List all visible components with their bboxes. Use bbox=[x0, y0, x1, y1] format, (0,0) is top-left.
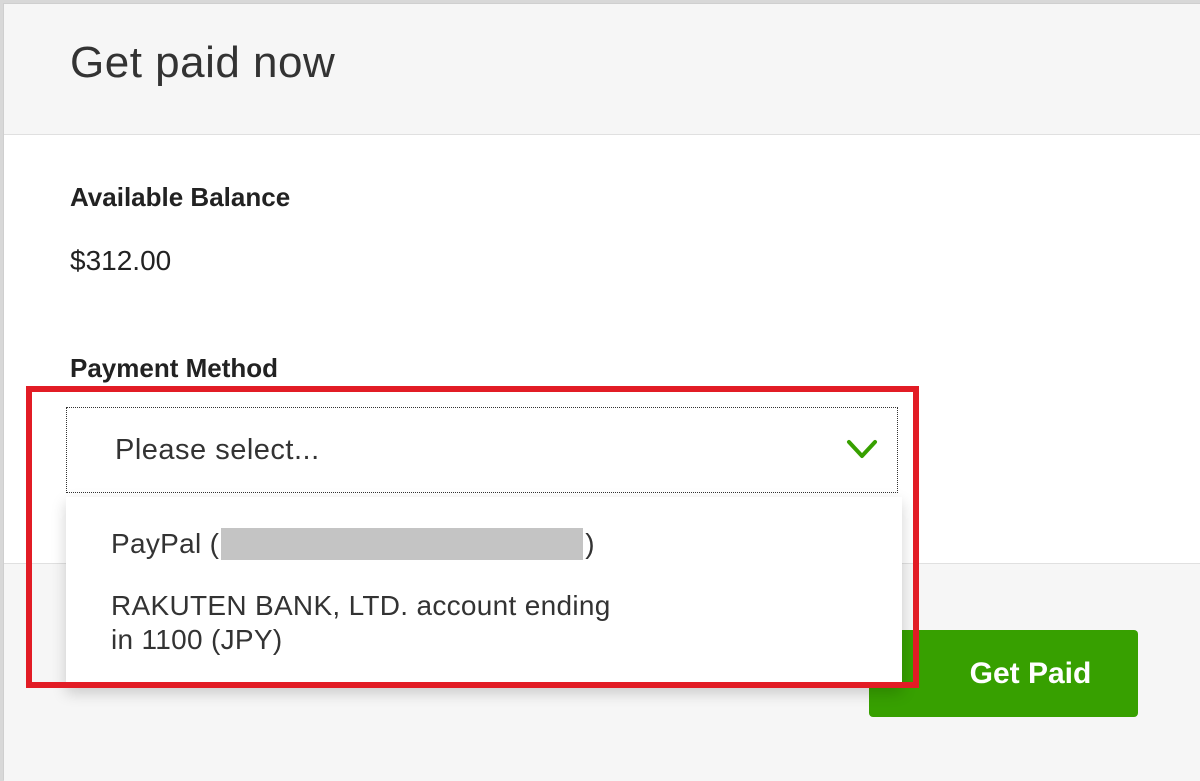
payment-method-label: Payment Method bbox=[70, 353, 279, 383]
option-paypal[interactable]: PayPal ( ) bbox=[111, 527, 595, 561]
available-balance-label: Available Balance bbox=[70, 182, 291, 212]
modal-title: Get paid now bbox=[70, 38, 336, 87]
payment-method-dropdown: PayPal ( ) RAKUTEN BANK, LTD. account en… bbox=[66, 497, 902, 687]
option-paypal-suffix: ) bbox=[585, 528, 595, 559]
chevron-down-icon[interactable] bbox=[845, 436, 879, 462]
available-balance-value: $312.00 bbox=[70, 245, 172, 276]
payment-method-select[interactable]: Please select... bbox=[66, 407, 898, 493]
get-paid-button[interactable]: Get Paid bbox=[869, 630, 1138, 717]
option-paypal-prefix: PayPal ( bbox=[111, 528, 220, 559]
get-paid-button-label: Get Paid bbox=[969, 656, 1092, 690]
option-rakuten-bank[interactable]: RAKUTEN BANK, LTD. account ending in 110… bbox=[111, 589, 631, 657]
modal-header: Get paid now bbox=[4, 4, 1200, 135]
payment-method-select-value: Please select... bbox=[115, 434, 320, 466]
redacted-email bbox=[221, 528, 584, 560]
